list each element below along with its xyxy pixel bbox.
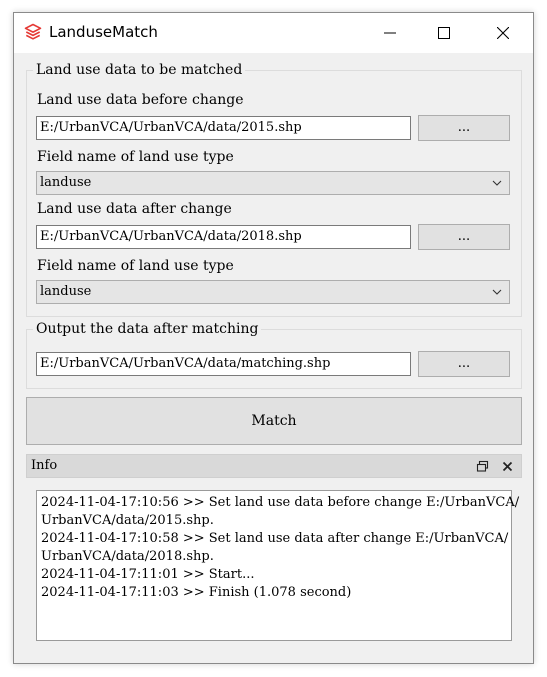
before-change-browse-button[interactable]: ... xyxy=(418,115,510,141)
close-panel-icon[interactable] xyxy=(501,460,514,473)
match-button[interactable]: Match xyxy=(26,397,522,445)
log-line: 2024-11-04-17:11:01 >> Start... xyxy=(41,567,255,582)
after-field-value: landuse xyxy=(40,284,92,299)
info-panel-header: Info xyxy=(26,454,522,478)
after-change-path-input[interactable]: E:/UrbanVCA/UrbanVCA/data/2018.shp xyxy=(36,225,411,249)
info-log[interactable]: 2024-11-04-17:10:56 >> Set land use data… xyxy=(36,490,520,641)
after-change-label: Land use data after change xyxy=(37,201,232,217)
close-button[interactable] xyxy=(480,13,526,53)
float-panel-icon[interactable] xyxy=(476,460,489,473)
output-group-legend: Output the data after matching xyxy=(33,321,262,337)
minimize-icon xyxy=(384,32,396,34)
info-panel-title: Info xyxy=(31,458,58,473)
input-group-legend: Land use data to be matched xyxy=(33,62,246,78)
before-change-path-input[interactable]: E:/UrbanVCA/UrbanVCA/data/2015.shp xyxy=(36,116,411,140)
before-field-label: Field name of land use type xyxy=(37,149,234,165)
after-field-label: Field name of land use type xyxy=(37,258,234,274)
app-window: LanduseMatch Land use data to be matched… xyxy=(13,12,534,664)
log-line: 2024-11-04-17:10:56 >> Set land use data… xyxy=(41,495,520,510)
before-field-value: landuse xyxy=(40,175,92,190)
maximize-button[interactable] xyxy=(421,13,467,53)
before-field-select[interactable]: landuse xyxy=(36,171,510,195)
before-change-label: Land use data before change xyxy=(37,92,244,108)
log-line: UrbanVCA/data/2018.shp. xyxy=(41,549,214,564)
output-browse-button[interactable]: ... xyxy=(418,351,510,377)
after-change-browse-button[interactable]: ... xyxy=(418,224,510,250)
log-line: 2024-11-04-17:11:03 >> Finish (1.078 sec… xyxy=(41,585,352,600)
maximize-icon xyxy=(438,27,450,39)
chevron-down-icon xyxy=(492,289,502,295)
stacked-layers-icon xyxy=(24,23,42,41)
log-line: 2024-11-04-17:10:58 >> Set land use data… xyxy=(41,531,509,546)
log-line: UrbanVCA/data/2015.shp. xyxy=(41,513,214,528)
output-path-input[interactable]: E:/UrbanVCA/UrbanVCA/data/matching.shp xyxy=(36,352,411,376)
window-title: LanduseMatch xyxy=(49,23,158,41)
close-icon xyxy=(497,27,509,39)
title-bar[interactable]: LanduseMatch xyxy=(14,13,533,53)
chevron-down-icon xyxy=(492,180,502,186)
after-field-select[interactable]: landuse xyxy=(36,280,510,304)
minimize-button[interactable] xyxy=(367,13,413,53)
